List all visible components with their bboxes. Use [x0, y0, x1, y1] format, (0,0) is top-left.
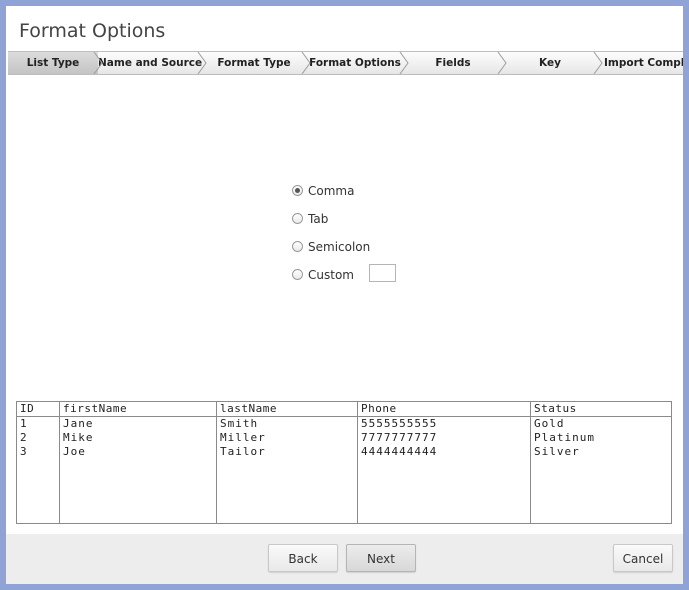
table-row: 3 Joe Tailor 4444444444 Silver: [17, 445, 671, 459]
table-cell: Gold: [530, 416, 671, 431]
column-header: Phone: [357, 402, 531, 417]
wizard-steps: List Type Name and Source Format Type Fo…: [8, 51, 683, 75]
column-header: firstName: [59, 402, 217, 417]
table-header-row: ID firstName lastName Phone Status: [17, 402, 671, 417]
table-cell: 4444444444: [357, 445, 531, 459]
table-cell: Miller: [216, 431, 358, 445]
dialog-footer: Back Next Cancel: [6, 534, 683, 584]
table-cell: Jane: [59, 416, 217, 431]
table-cell: Silver: [530, 445, 671, 459]
radio-button-icon[interactable]: [292, 185, 303, 196]
table-cell: Joe: [59, 445, 217, 459]
column-header: lastName: [216, 402, 358, 417]
step-separators: [93, 52, 603, 74]
table-cell: 1: [20, 417, 28, 430]
table-cell: 2: [20, 431, 28, 444]
radio-label: Comma: [308, 184, 355, 198]
table-cell: 5555555555: [357, 416, 531, 431]
import-dialog: Format Options List Type Name and Source…: [6, 6, 683, 584]
radio-button-icon[interactable]: [292, 213, 303, 224]
column-header: Status: [530, 402, 671, 417]
dialog-title: Format Options: [19, 20, 166, 42]
radio-comma[interactable]: Comma: [292, 182, 354, 200]
radio-tab[interactable]: Tab: [292, 210, 328, 228]
back-button[interactable]: Back: [268, 544, 338, 572]
preview-table: ID firstName lastName Phone Status 1 Jan…: [16, 401, 672, 524]
table-cell: Tailor: [216, 445, 358, 459]
table-cell: 7777777777: [357, 431, 531, 445]
cancel-button[interactable]: Cancel: [613, 544, 673, 572]
table-cell: Platinum: [530, 431, 671, 445]
radio-custom[interactable]: Custom: [292, 264, 412, 284]
custom-delimiter-input[interactable]: [369, 264, 396, 282]
next-button[interactable]: Next: [346, 544, 416, 572]
table-cell: 3: [20, 445, 28, 458]
radio-button-icon[interactable]: [292, 241, 303, 252]
radio-button-icon[interactable]: [292, 269, 303, 280]
radio-label: Tab: [308, 212, 329, 226]
column-header: ID: [17, 402, 60, 417]
radio-semicolon[interactable]: Semicolon: [292, 238, 370, 256]
table-row: 1 Jane Smith 5555555555 Gold: [17, 416, 671, 431]
table-filler-row: [17, 459, 671, 523]
radio-label: Custom: [308, 268, 354, 282]
table-cell: Mike: [59, 431, 217, 445]
radio-label: Semicolon: [308, 240, 371, 254]
table-row: 2 Mike Miller 7777777777 Platinum: [17, 431, 671, 445]
table-cell: Smith: [216, 416, 358, 431]
